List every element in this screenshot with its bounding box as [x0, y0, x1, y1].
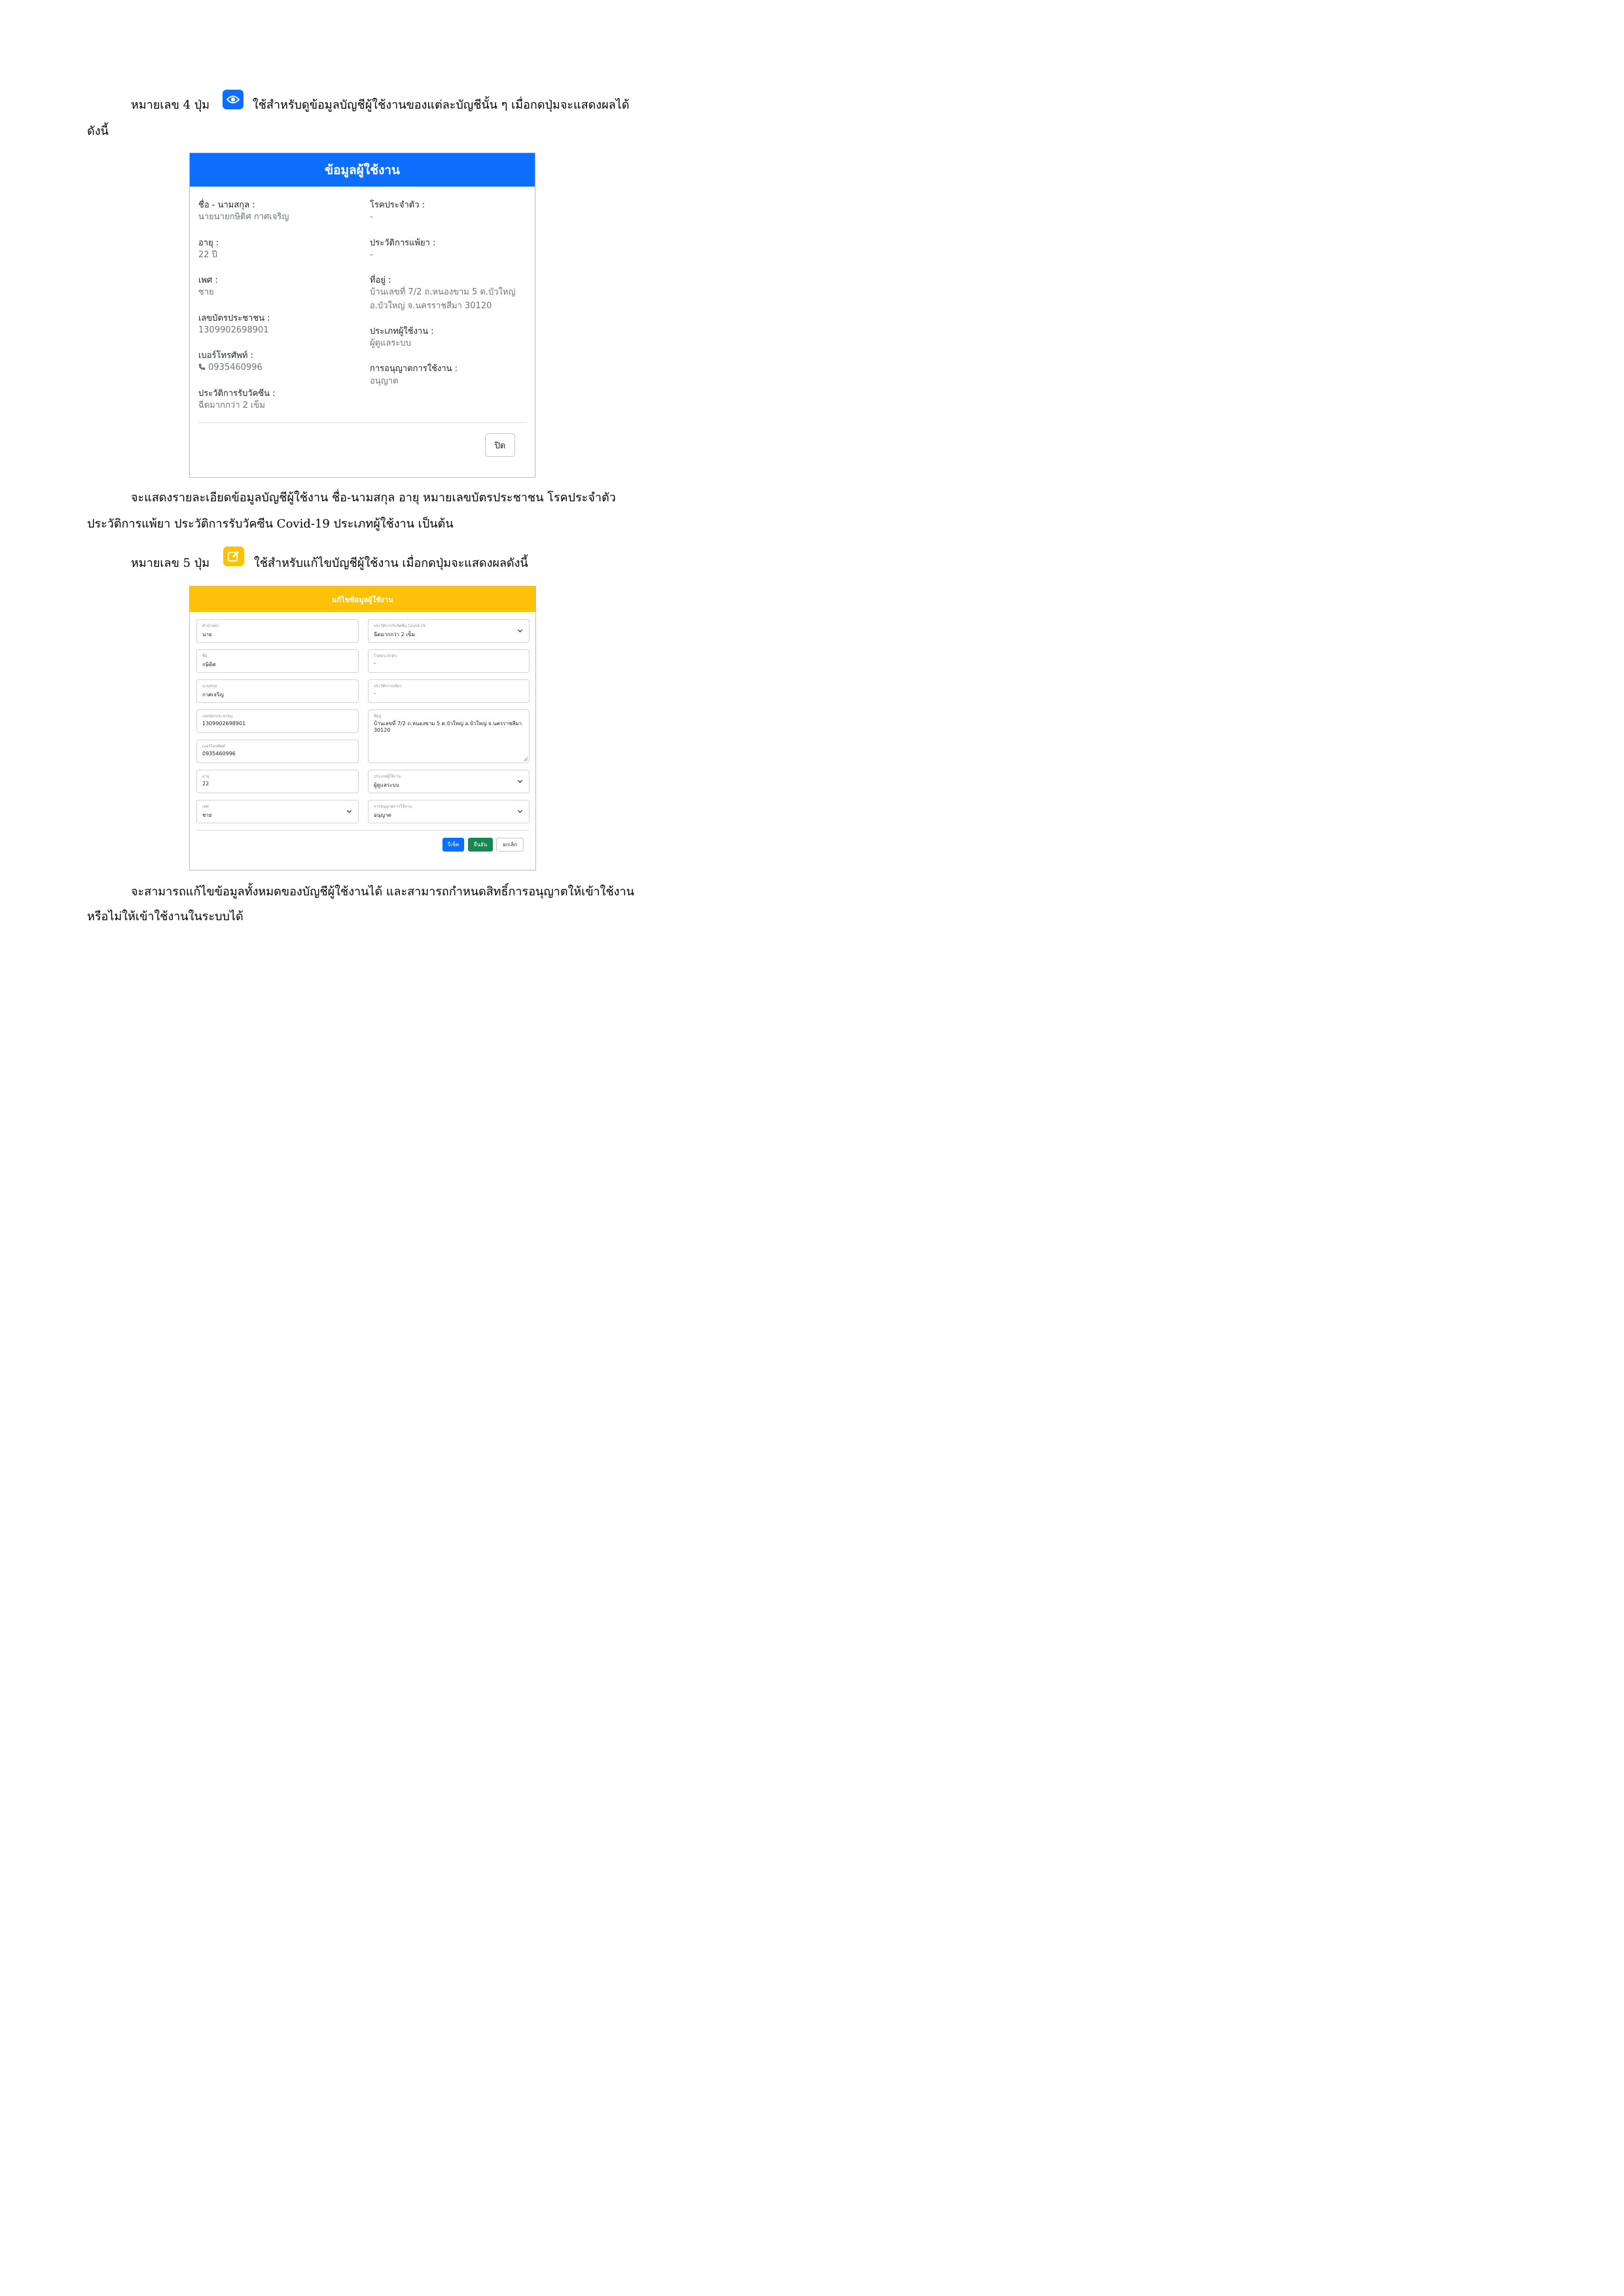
allergy-value: -: [370, 250, 373, 260]
phone-icon: [198, 363, 206, 370]
vaccine-select[interactable]: ประวัติการรับวัคซีน Covid-19 ฉีดมากกว่า …: [368, 619, 530, 643]
chevron-down-icon: [346, 810, 352, 814]
permission-value: อนุญาต: [370, 376, 399, 386]
firstname-field[interactable]: ชื่อ กษิดิศ: [196, 649, 359, 673]
allergy-field-value: -: [374, 691, 376, 696]
address-textarea[interactable]: ที่อยู่ บ้านเลขที่ 7/2 ถ.หนองขาม 5 ต.บัว…: [368, 709, 530, 763]
phone-field-value: 0935460996: [202, 751, 236, 757]
edit-icon: [228, 551, 239, 562]
disease-field-value: -: [374, 660, 376, 666]
address-value-line2: อ.บัวใหญ่ จ.นครราชสีมา 30120: [370, 301, 492, 311]
intro5-number: หมายเลข 5 ปุ่ม: [131, 556, 210, 570]
phone-row: 0935460996: [198, 361, 262, 374]
view-button-sample: [223, 90, 244, 109]
disease-label: โรคประจำตัว :: [370, 200, 425, 210]
idcard-label: เลขบัตรประชาชน :: [198, 314, 270, 323]
usertype-select-value: ผู้ดูแลระบบ: [374, 782, 399, 788]
vaccine-value: ฉีดมากกว่า 2 เข็ม: [198, 401, 265, 410]
vaccine-select-value: ฉีดมากกว่า 2 เข็ม: [374, 632, 415, 637]
usertype-select[interactable]: ประเภทผู้ใช้งาน ผู้ดูแลระบบ: [368, 770, 530, 793]
usertype-value: ผู้ดูแลระบบ: [370, 338, 411, 348]
gender-value: ชาย: [198, 287, 214, 297]
prefix-value: นาย: [202, 632, 212, 637]
phone-field-label: เบอร์โทรศัพท์: [202, 744, 225, 749]
intro4-cont: ดังนี้: [87, 124, 109, 138]
edit-modal-title: แก้ไขข้อมูลผู้ใช้งาน: [190, 586, 535, 612]
intro4-desc: ใช้สำหรับดูข้อมูลบัญชีผู้ใช้งานของแต่ละบ…: [253, 98, 630, 112]
address-label: ที่อยู่ :: [370, 276, 391, 285]
phone-field[interactable]: เบอร์โทรศัพท์ 0935460996: [196, 740, 359, 763]
modal-title: ข้อมูลผู้ใช้งาน: [190, 153, 535, 187]
gender-select-value: ชาย: [202, 812, 212, 818]
idcard-value: 1309902698901: [198, 325, 269, 335]
gender-select-label: เพศ: [202, 804, 209, 809]
permission-select[interactable]: การอนุญาตการใช้งาน อนุญาต: [368, 800, 530, 823]
allergy-field[interactable]: ประวัติการแพ้ยา -: [368, 679, 530, 703]
gender-select[interactable]: เพศ ชาย: [196, 800, 359, 823]
allergy-label: ประวัติการแพ้ยา :: [370, 238, 436, 248]
lastname-field[interactable]: นามสกุล กาศเจริญ: [196, 679, 359, 703]
lastname-label: นามสกุล: [202, 684, 217, 689]
user-info-modal: ข้อมูลผู้ใช้งาน ชื่อ - นามสกุล : นายนายก…: [189, 152, 535, 478]
address-textarea-value: บ้านเลขที่ 7/2 ถ.หนองขาม 5 ต.บัวใหญ่ อ.บ…: [374, 721, 522, 733]
para2-line1: จะสามารถแก้ไขข้อมูลทั้งหมดของบัญชีผู้ใช้…: [131, 885, 634, 899]
phone-value: 0935460996: [208, 363, 262, 372]
intro4-number: หมายเลข 4 ปุ่ม: [131, 98, 210, 112]
para1-line2: ประวัติการแพ้ยา ประวัติการรับวัคซีน Covi…: [87, 517, 454, 531]
vaccine-select-label: ประวัติการรับวัคซีน Covid-19: [374, 624, 425, 628]
idcard-field[interactable]: เลขบัตรประชาชน 1309902698901: [196, 709, 359, 733]
name-label: ชื่อ - นามสกุล :: [198, 200, 255, 210]
permission-select-value: อนุญาต: [374, 812, 391, 818]
edit-button-sample: [223, 547, 244, 566]
disease-field-label: โรคประจำตัว: [374, 654, 397, 658]
firstname-label: ชื่อ: [202, 654, 208, 658]
address-value-line1: บ้านเลขที่ 7/2 ถ.หนองขาม 5 ต.บัวใหญ่: [370, 287, 516, 297]
firstname-value: กษิดิศ: [202, 662, 216, 668]
chevron-down-icon: [517, 629, 523, 633]
edit-modal-divider: [196, 830, 530, 831]
usertype-select-label: ประเภทผู้ใช้งาน: [374, 774, 401, 779]
chevron-down-icon: [517, 810, 523, 814]
resize-grip-icon[interactable]: [524, 757, 528, 761]
intro5-desc: ใช้สำหรับแก้ไขบัญชีผู้ใช้งาน เมื่อกดปุ่ม…: [254, 556, 528, 570]
age-value: 22 ปี: [198, 250, 217, 260]
para2-line2: หรือไม่ให้เข้าใช้งานในระบบได้: [87, 910, 244, 924]
lastname-value: กาศเจริญ: [202, 692, 224, 698]
permission-select-label: การอนุญาตการใช้งาน: [374, 804, 412, 809]
permission-label: การอนุญาตการใช้งาน :: [370, 364, 458, 374]
idcard-field-value: 1309902698901: [202, 721, 246, 726]
disease-value: -: [370, 212, 373, 222]
allergy-field-label: ประวัติการแพ้ยา: [374, 684, 402, 689]
age-label: อายุ :: [198, 238, 219, 248]
chevron-down-icon: [517, 780, 523, 783]
reset-button[interactable]: รีเซ็ต: [442, 838, 464, 852]
cancel-button[interactable]: ยกเลิก: [496, 838, 524, 852]
para1-line1: จะแสดงรายละเอียดข้อมูลบัญชีผู้ใช้งาน ชื่…: [131, 491, 616, 505]
vaccine-label: ประวัติการรับวัคซีน :: [198, 389, 276, 399]
phone-label: เบอร์โทรศัพท์ :: [198, 351, 253, 361]
prefix-field[interactable]: คำนำหน้า นาย: [196, 619, 359, 643]
age-field[interactable]: อายุ 22: [196, 770, 359, 793]
disease-field[interactable]: โรคประจำตัว -: [368, 649, 530, 673]
address-textarea-label: ที่อยู่: [374, 714, 382, 719]
edit-user-modal: แก้ไขข้อมูลผู้ใช้งาน คำนำหน้า นาย ชื่อ ก…: [189, 586, 536, 870]
prefix-label: คำนำหน้า: [202, 624, 220, 628]
gender-label: เพศ :: [198, 276, 218, 285]
idcard-field-label: เลขบัตรประชาชน: [202, 714, 233, 719]
age-field-label: อายุ: [202, 774, 209, 779]
usertype-label: ประเภทผู้ใช้งาน :: [370, 327, 434, 336]
age-field-value: 22: [202, 781, 209, 787]
close-button[interactable]: ปิด: [485, 433, 515, 457]
confirm-button[interactable]: ยืนยัน: [468, 838, 493, 852]
eye-icon: [226, 96, 240, 103]
modal-divider: [198, 422, 526, 423]
name-value: นายนายกษิดิศ กาศเจริญ: [198, 212, 289, 222]
